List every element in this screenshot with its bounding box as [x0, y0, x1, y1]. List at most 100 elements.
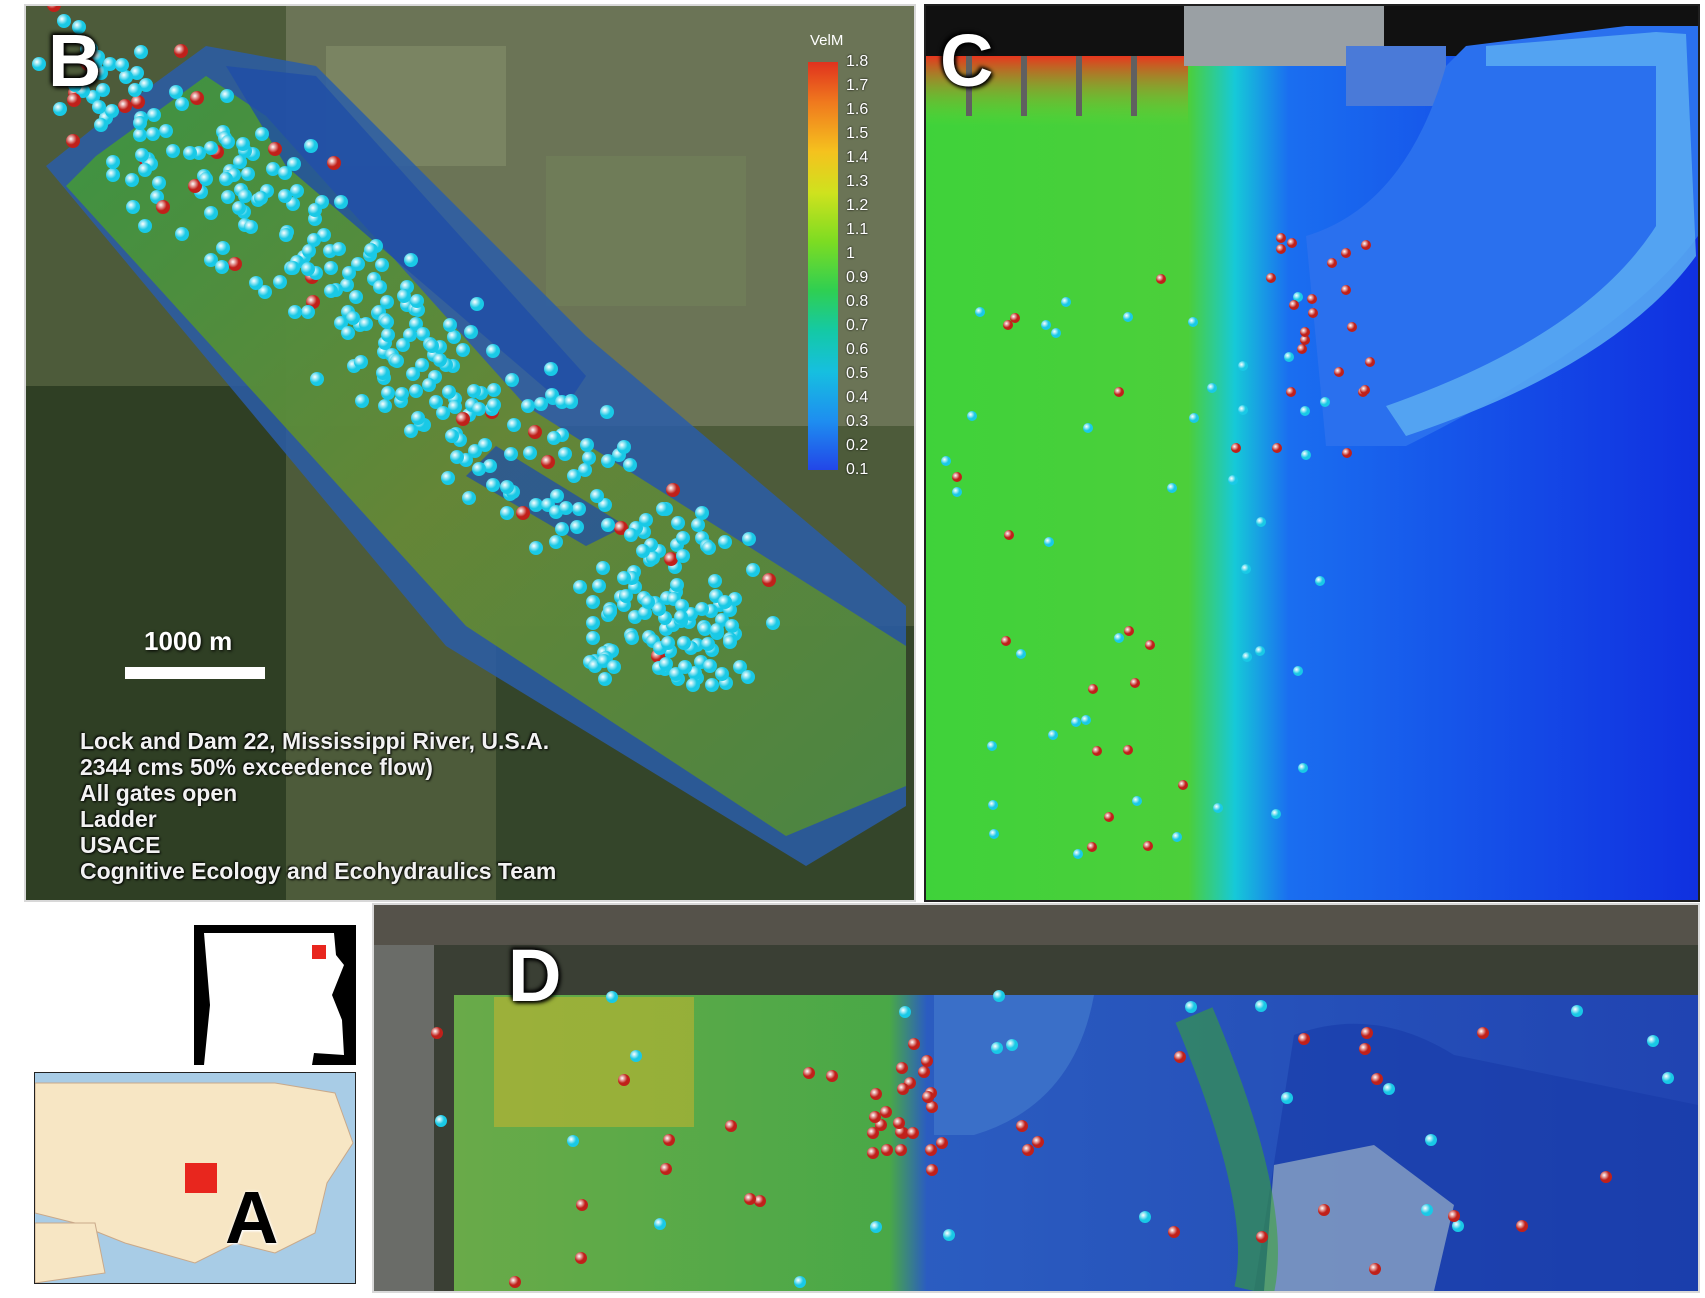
fish-marker — [675, 548, 690, 563]
fish-marker — [381, 328, 396, 343]
fish-marker — [1187, 316, 1198, 327]
fish-marker — [935, 1136, 948, 1149]
fish-marker — [455, 342, 470, 357]
fish-marker — [630, 1049, 643, 1062]
fish-marker — [372, 279, 387, 294]
fish-marker — [389, 353, 404, 368]
fish-marker — [617, 570, 632, 585]
fish-marker — [616, 439, 631, 454]
fish-marker — [966, 411, 977, 422]
fish-marker — [1009, 312, 1020, 323]
legend-tick-label: 0.5 — [846, 365, 869, 382]
fish-marker — [1044, 537, 1055, 548]
fish-marker — [892, 1116, 905, 1129]
fish-marker — [158, 123, 173, 138]
fish-marker — [461, 490, 476, 505]
fish-marker — [424, 338, 439, 353]
fish-marker — [1661, 1072, 1674, 1085]
fish-marker — [1477, 1027, 1490, 1040]
fish-marker — [1515, 1220, 1528, 1233]
fish-marker — [147, 107, 162, 122]
fish-marker — [1060, 297, 1071, 308]
fish-marker — [1286, 238, 1297, 249]
fish-marker — [174, 227, 189, 242]
fish-marker — [700, 637, 715, 652]
fish-marker — [1142, 840, 1153, 851]
fish-marker — [704, 677, 719, 692]
fish-marker — [1031, 1136, 1044, 1149]
fish-marker — [396, 289, 411, 304]
fish-marker — [1006, 1039, 1019, 1052]
fish-marker — [1292, 666, 1303, 677]
fish-marker — [661, 635, 676, 650]
fish-marker — [288, 304, 303, 319]
fish-marker — [555, 522, 570, 537]
fish-marker — [341, 325, 356, 340]
fish-marker — [685, 677, 700, 692]
fish-marker — [354, 355, 369, 370]
fish-marker — [951, 472, 962, 483]
fish-marker — [952, 486, 963, 497]
caption-line: 2344 cms 50% exceedence flow) — [80, 754, 433, 780]
fish-marker — [182, 146, 197, 161]
fish-marker — [1156, 273, 1167, 284]
fish-marker — [558, 500, 573, 515]
fish-marker — [273, 274, 288, 289]
fish-marker — [619, 589, 634, 604]
fish-markers-d — [374, 905, 1698, 1291]
fish-marker — [1122, 312, 1133, 323]
fish-marker — [1123, 745, 1134, 756]
fish-marker — [198, 172, 213, 187]
fish-marker — [1131, 795, 1142, 806]
fish-marker — [578, 462, 593, 477]
fish-marker — [1368, 1263, 1381, 1275]
fish-marker — [669, 578, 684, 593]
fish-marker — [431, 1026, 444, 1039]
fish-marker — [31, 57, 46, 72]
fish-marker — [591, 578, 606, 593]
fish-marker — [379, 295, 394, 310]
caption-line: All gates open — [80, 780, 238, 806]
fish-marker — [219, 88, 234, 103]
fish-marker — [543, 361, 558, 376]
panel-letter-b: B — [48, 19, 102, 102]
fish-marker — [301, 261, 316, 276]
fish-marker — [1570, 1005, 1583, 1018]
fish-marker — [662, 1133, 675, 1146]
fish-marker — [762, 573, 777, 588]
fish-marker — [925, 1163, 938, 1176]
missouri-map-svg — [194, 925, 356, 1065]
fish-marker — [1299, 326, 1310, 337]
fish-marker — [899, 1005, 912, 1018]
fish-marker — [215, 259, 230, 274]
fish-marker — [1015, 1119, 1028, 1132]
fish-marker — [445, 428, 460, 443]
fish-marker — [235, 137, 250, 152]
fish-marker — [1040, 320, 1051, 331]
legend-tick-label: 0.8 — [846, 293, 869, 310]
fish-marker — [443, 317, 458, 332]
fish-marker — [1334, 367, 1345, 378]
fish-marker — [709, 622, 724, 637]
fish-marker — [1048, 730, 1059, 741]
fish-marker — [896, 1062, 909, 1075]
missouri-highlight — [185, 1163, 217, 1193]
fish-marker — [558, 447, 573, 462]
fish-marker — [585, 594, 600, 609]
fish-marker — [1265, 273, 1276, 284]
fish-marker — [509, 1275, 522, 1288]
fish-marker — [975, 307, 986, 318]
fish-marker — [896, 1082, 909, 1095]
fish-marker — [241, 167, 256, 182]
fish-marker — [1185, 1001, 1198, 1014]
fish-marker — [1365, 356, 1376, 367]
fish-marker — [671, 516, 686, 531]
legend-ticks: 1.8 1.7 1.6 1.5 1.4 1.3 1.2 1.1 1 0.9 0.8 0.7 0.6 0.5… — [846, 54, 894, 478]
fish-marker — [243, 220, 258, 235]
fish-marker — [1051, 327, 1062, 338]
fish-marker — [1129, 678, 1140, 689]
fish-marker — [724, 618, 739, 633]
fish-marker — [571, 502, 586, 517]
fish-marker — [333, 195, 348, 210]
fish-marker — [575, 1252, 588, 1265]
